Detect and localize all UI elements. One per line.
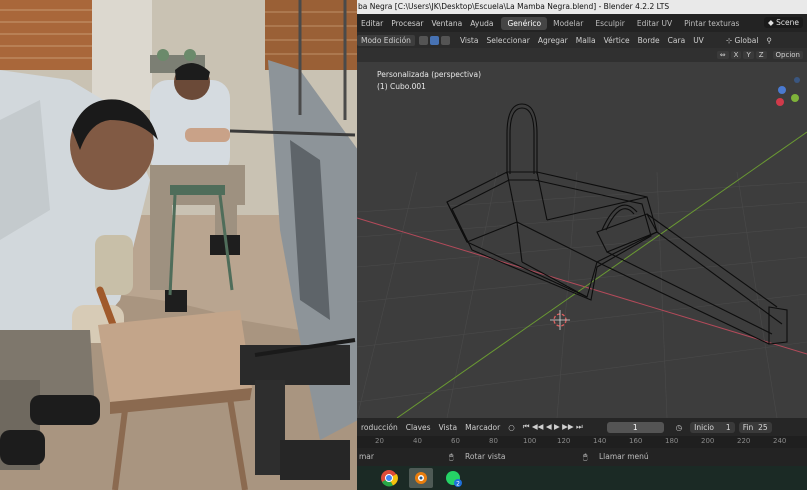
blender-window: ba Negra [C:\Users\JK\Desktop\Escuela\La… <box>357 0 807 490</box>
viewport-header: Modo Edición Vista Seleccionar Agregar M… <box>357 32 807 48</box>
mesh-wireframe <box>446 103 788 345</box>
menu-vertice[interactable]: Vértice <box>600 36 634 45</box>
ruler-tick: 20 <box>375 437 384 445</box>
viewport-subheader: ⇔ X Y Z Opcion <box>357 48 807 62</box>
menu-editar[interactable]: Editar <box>357 19 387 28</box>
whatsapp-icon[interactable]: 2 <box>441 468 465 488</box>
tab-modelar[interactable]: Modelar <box>547 17 589 30</box>
vertex-select-icon[interactable] <box>418 35 428 45</box>
options-button[interactable]: Opcion <box>772 51 803 59</box>
view-name: Personalizada (perspectiva) <box>377 70 482 79</box>
menu-vista[interactable]: Vista <box>456 36 483 45</box>
navigation-gizmo-icon[interactable] <box>776 77 800 106</box>
workshop-photo <box>0 0 360 490</box>
end-frame-field[interactable]: Fin 25 <box>738 421 772 433</box>
menu-claves[interactable]: Claves <box>402 423 435 432</box>
axis-z-toggle[interactable]: Z <box>755 51 767 59</box>
status-left: mar <box>359 452 374 461</box>
menu-agregar[interactable]: Agregar <box>534 36 572 45</box>
end-label: Fin <box>742 422 754 432</box>
window-title: ba Negra [C:\Users\JK\Desktop\Escuela\La… <box>357 0 807 14</box>
menu-seleccionar[interactable]: Seleccionar <box>482 36 533 45</box>
playback-controls-icon[interactable]: ⏮ ◀◀ ◀ ▶ ▶▶ ⏭ <box>519 422 587 432</box>
top-menu-bar: Editar Procesar Ventana Ayuda Genérico M… <box>357 14 807 32</box>
menu-uv[interactable]: UV <box>689 36 708 45</box>
status-menu: Llamar menú <box>599 452 649 461</box>
record-icon[interactable]: ○ <box>504 423 519 432</box>
menu-ventana[interactable]: Ventana <box>427 19 466 28</box>
tab-generico[interactable]: Genérico <box>501 16 548 30</box>
start-label: Inicio <box>694 422 714 432</box>
ruler-tick: 160 <box>629 437 643 445</box>
tab-esculpir[interactable]: Esculpir <box>589 17 631 30</box>
ruler-tick: 180 <box>665 437 679 445</box>
ruler-tick: 100 <box>523 437 537 445</box>
menu-marcador[interactable]: Marcador <box>461 423 504 432</box>
ruler-tick: 120 <box>557 437 571 445</box>
chrome-icon[interactable] <box>377 468 401 488</box>
edge-select-icon[interactable] <box>429 35 439 45</box>
current-frame[interactable]: 1 <box>606 421 664 433</box>
face-select-icon[interactable] <box>440 35 450 45</box>
end-value: 25 <box>758 422 768 432</box>
ruler-tick: 40 <box>413 437 422 445</box>
timeline-header: roducción Claves Vista Marcador ○ ⏮ ◀◀ ◀… <box>357 418 807 436</box>
timeline-ruler[interactable]: 20 40 60 80 100 120 140 160 180 200 220 … <box>357 436 807 448</box>
menu-ayuda[interactable]: Ayuda <box>466 19 497 28</box>
status-bar: mar 🖱 Rotar vista 🖱 Llamar menú <box>357 448 807 466</box>
menu-borde[interactable]: Borde <box>634 36 664 45</box>
menu-malla[interactable]: Malla <box>572 36 600 45</box>
mirror-icon[interactable]: ⇔ <box>716 51 729 59</box>
screen: { "window": { "title": "ba Negra [C:\\Us… <box>0 0 807 490</box>
windows-taskbar: 2 <box>357 466 807 490</box>
taskbar-badge: 2 <box>456 481 460 488</box>
menu-cara[interactable]: Cara <box>664 36 690 45</box>
mouse-icon: 🖱 <box>583 452 588 461</box>
transform-orientation[interactable]: ⊹ Global <box>722 36 763 45</box>
menu-procesar[interactable]: Procesar <box>387 19 427 28</box>
ruler-tick: 60 <box>451 437 460 445</box>
scene-icon: ◆ <box>767 18 777 27</box>
3d-viewport[interactable]: Personalizada (perspectiva) (1) Cubo.001 <box>357 62 807 418</box>
tab-pintar-texturas[interactable]: Pintar texturas <box>678 17 745 30</box>
ruler-tick: 140 <box>593 437 607 445</box>
mode-selector[interactable]: Modo Edición <box>357 34 415 46</box>
menu-vista-timeline[interactable]: Vista <box>435 423 462 432</box>
object-name: (1) Cubo.001 <box>377 82 426 91</box>
tab-editar-uv[interactable]: Editar UV <box>631 17 678 30</box>
viewport-canvas <box>357 77 807 418</box>
ruler-tick: 220 <box>737 437 751 445</box>
axis-x-toggle[interactable]: X <box>730 51 742 59</box>
snap-icon[interactable]: ⚲ <box>762 36 776 45</box>
clock-icon: ◷ <box>675 422 683 432</box>
mouse-icon: 🖱 <box>449 452 454 461</box>
workshop-photo-image <box>0 0 360 490</box>
axis-y-toggle[interactable]: Y <box>743 51 754 59</box>
3d-cursor-icon[interactable] <box>550 310 570 330</box>
orientation-label: Global <box>734 35 759 45</box>
status-rotate: Rotar vista <box>465 452 506 461</box>
scene-selector[interactable]: ◆ Scene <box>763 17 803 28</box>
start-value: 1 <box>725 422 731 432</box>
start-frame-field[interactable]: Inicio 1 <box>690 421 735 433</box>
ruler-tick: 200 <box>701 437 715 445</box>
scene-name: Scene <box>776 18 799 27</box>
ruler-tick: 240 <box>773 437 787 445</box>
menu-reproduccion[interactable]: roducción <box>357 423 402 432</box>
blender-taskbar-icon[interactable] <box>409 468 433 488</box>
ruler-tick: 80 <box>489 437 498 445</box>
